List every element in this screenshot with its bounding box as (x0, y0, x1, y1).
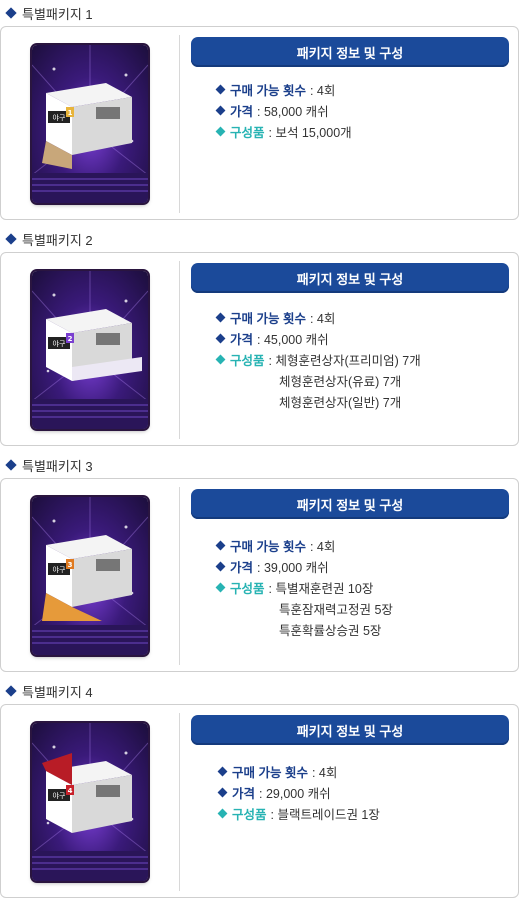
package-2-title: 특별패키지 2 (4, 230, 93, 248)
package-4-card: 야구 4 패키지 정보 및 구성 구매 가능 횟수 : 4회 가격 : 29,0… (0, 704, 519, 898)
package-2-price-row: 가격 : 45,000 캐쉬 (215, 328, 421, 349)
count-value: : 4회 (311, 766, 338, 780)
price-label: 가격 (230, 561, 254, 575)
contents-value: : 블랙트레이드권 1장 (270, 808, 380, 822)
count-label: 구매 가능 횟수 (230, 540, 306, 554)
svg-text:4: 4 (68, 787, 73, 795)
count-value: : 4회 (309, 84, 336, 98)
contents-label: 구성품 (230, 126, 265, 140)
diamond-bullet-icon (217, 766, 228, 777)
diamond-bullet-icon (215, 105, 226, 116)
package-2-count-row: 구매 가능 횟수 : 4회 (215, 307, 421, 328)
diamond-bullet-icon (215, 540, 226, 551)
package-1-header: 패키지 정보 및 구성 (191, 37, 509, 67)
contents-value-line: 체형훈련상자(유료) 7개 (279, 375, 402, 389)
price-value: : 45,000 캐쉬 (257, 333, 329, 347)
package-4-title: 특별패키지 4 (4, 682, 93, 700)
price-value: : 58,000 캐쉬 (257, 105, 329, 119)
package-3-info: 구매 가능 횟수 : 4회 가격 : 39,000 캐쉬 구성품 : 특별재훈련… (215, 535, 393, 640)
package-2-title-text: 특별패키지 2 (22, 232, 93, 248)
diamond-bullet-icon (215, 312, 226, 323)
diamond-bullet-icon (217, 787, 228, 798)
package-2-image: 야구 2 (32, 271, 148, 429)
package-3-title-text: 특별패키지 3 (22, 458, 93, 474)
package-3-card: 야구 3 패키지 정보 및 구성 구매 가능 횟수 : 4회 가격 : 39,0… (0, 478, 519, 672)
diamond-bullet-icon (217, 808, 228, 819)
package-1-info: 구매 가능 횟수 : 4회 가격 : 58,000 캐쉬 구성품 : 보석 15… (215, 79, 352, 142)
package-4-image: 야구 4 (32, 723, 148, 881)
package-3-title: 특별패키지 3 (4, 456, 93, 474)
package-4-price-row: 가격 : 29,000 캐쉬 (217, 782, 380, 803)
package-1-image: 야구 1 (32, 45, 148, 203)
diamond-bullet-icon (5, 233, 17, 245)
package-2-card: 야구 2 패키지 정보 및 구성 구매 가능 횟수 : 4회 가격 : 45,0… (0, 252, 519, 446)
package-4-contents-row: 구성품 : 블랙트레이드권 1장 (217, 803, 380, 824)
contents-label: 구성품 (232, 808, 267, 822)
svg-text:1: 1 (68, 109, 73, 117)
package-3-price-row: 가격 : 39,000 캐쉬 (215, 556, 393, 577)
svg-text:야구: 야구 (53, 791, 66, 800)
price-value: : 39,000 캐쉬 (257, 561, 329, 575)
count-value: : 4회 (309, 540, 336, 554)
package-2-header: 패키지 정보 및 구성 (191, 263, 509, 293)
svg-text:2: 2 (68, 335, 73, 343)
svg-text:야구: 야구 (53, 339, 66, 348)
price-label: 가격 (230, 105, 254, 119)
package-2-contents-row: 구성품 : 체형훈련상자(프리미엄) 7개 (215, 349, 421, 370)
package-1-count-row: 구매 가능 횟수 : 4회 (215, 79, 352, 100)
price-value: : 29,000 캐쉬 (259, 787, 331, 801)
contents-value: : 보석 15,000개 (268, 126, 352, 140)
svg-text:야구: 야구 (53, 565, 66, 574)
contents-label: 구성품 (230, 354, 265, 368)
contents-value: : 특별재훈련권 10장 (268, 582, 374, 596)
package-3-image: 야구 3 (32, 497, 148, 655)
contents-value: : 체형훈련상자(프리미엄) 7개 (268, 354, 421, 368)
price-label: 가격 (232, 787, 256, 801)
count-value: : 4회 (309, 312, 336, 326)
svg-text:야구: 야구 (53, 113, 66, 122)
package-4-count-row: 구매 가능 횟수 : 4회 (217, 761, 380, 782)
package-1-contents-row: 구성품 : 보석 15,000개 (215, 121, 352, 142)
diamond-bullet-icon (215, 354, 226, 365)
count-label: 구매 가능 횟수 (230, 84, 306, 98)
package-3-divider (179, 487, 180, 665)
package-1-card: 야구 1 패키지 정보 및 구성 구매 가능 횟수 : 4회 가격 : 58,0… (0, 26, 519, 220)
diamond-bullet-icon (215, 561, 226, 572)
package-1-price-row: 가격 : 58,000 캐쉬 (215, 100, 352, 121)
diamond-bullet-icon (5, 459, 17, 471)
package-4-header: 패키지 정보 및 구성 (191, 715, 509, 745)
package-2-info: 구매 가능 횟수 : 4회 가격 : 45,000 캐쉬 구성품 : 체형훈련상… (215, 307, 421, 412)
diamond-bullet-icon (215, 582, 226, 593)
contents-label: 구성품 (230, 582, 265, 596)
package-1-title-text: 특별패키지 1 (22, 6, 93, 22)
contents-value-line: 특훈확률상승권 5장 (279, 624, 382, 638)
diamond-bullet-icon (5, 685, 17, 697)
svg-text:3: 3 (68, 561, 73, 569)
package-4-title-text: 특별패키지 4 (22, 684, 93, 700)
count-label: 구매 가능 횟수 (232, 766, 308, 780)
diamond-bullet-icon (215, 84, 226, 95)
contents-value-line: 체형훈련상자(일반) 7개 (279, 396, 402, 410)
diamond-bullet-icon (5, 7, 17, 19)
package-3-header: 패키지 정보 및 구성 (191, 489, 509, 519)
contents-value-line: 특훈잠재력고정권 5장 (279, 603, 393, 617)
diamond-bullet-icon (215, 333, 226, 344)
price-label: 가격 (230, 333, 254, 347)
package-3-count-row: 구매 가능 횟수 : 4회 (215, 535, 393, 556)
package-4-divider (179, 713, 180, 891)
package-4-info: 구매 가능 횟수 : 4회 가격 : 29,000 캐쉬 구성품 : 블랙트레이… (217, 761, 380, 824)
count-label: 구매 가능 횟수 (230, 312, 306, 326)
package-3-contents-row: 구성품 : 특별재훈련권 10장 (215, 577, 393, 598)
package-1-title: 특별패키지 1 (4, 4, 93, 22)
package-2-divider (179, 261, 180, 439)
package-1-divider (179, 35, 180, 213)
diamond-bullet-icon (215, 126, 226, 137)
